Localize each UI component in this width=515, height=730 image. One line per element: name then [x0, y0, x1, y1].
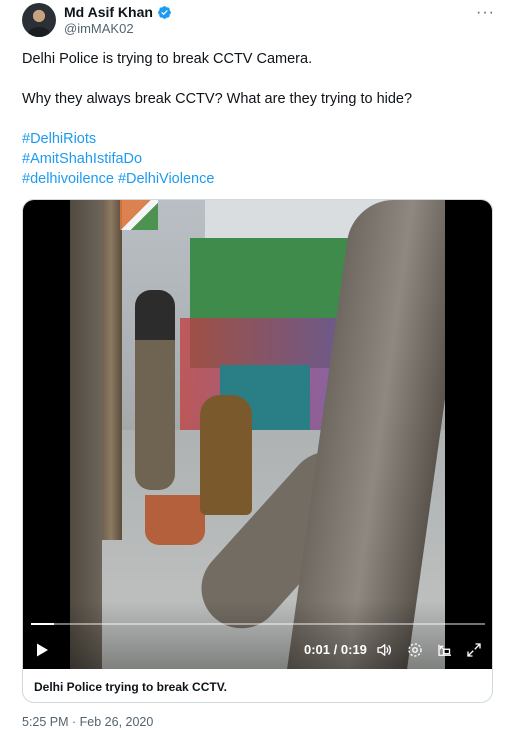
duration: 0:19 — [340, 642, 367, 657]
pip-icon[interactable] — [436, 641, 454, 659]
left-wall — [70, 200, 102, 669]
officer-climbing — [135, 290, 175, 490]
video-caption: Delhi Police trying to break CCTV. — [34, 680, 227, 694]
play-icon[interactable] — [34, 642, 50, 658]
planter-pot — [145, 495, 205, 545]
time-display: 0:01 / 0:19 — [304, 642, 367, 657]
settings-icon[interactable] — [406, 641, 424, 659]
video-card: 0:01 / 0:19 Delhi Police trying to break… — [22, 199, 493, 703]
hashtag-delhiviolence[interactable]: #DelhiViolence — [118, 171, 214, 187]
fullscreen-icon[interactable] — [465, 641, 483, 659]
current-time: 0:01 — [304, 642, 331, 657]
hashtag-delhivoilence[interactable]: #delhivoilence — [22, 171, 114, 187]
hashtag-row-3: #delhivoilence #DelhiViolence — [22, 170, 214, 188]
display-name[interactable]: Md Asif Khan — [64, 4, 153, 20]
tweet-text-line-2: Why they always break CCTV? What are the… — [22, 91, 413, 107]
video-frame — [70, 200, 445, 669]
tweet-timestamp[interactable]: 5:25 PM · Feb 26, 2020 — [22, 715, 153, 729]
officer-crouching — [200, 395, 252, 515]
flag — [120, 200, 158, 230]
time-separator: / — [333, 642, 341, 657]
tweet: Md Asif Khan @imMAK02 ··· Delhi Police i… — [0, 0, 515, 730]
more-icon[interactable]: ··· — [476, 4, 495, 22]
verified-icon — [158, 5, 171, 19]
pole — [100, 200, 122, 540]
hashtag-amitshahistifado[interactable]: #AmitShahIstifaDo — [22, 150, 142, 168]
avatar[interactable] — [22, 3, 56, 37]
tweet-text-line-1: Delhi Police is trying to break CCTV Cam… — [22, 51, 313, 67]
progress-bar[interactable] — [31, 623, 485, 625]
volume-icon[interactable] — [375, 641, 393, 659]
video-player[interactable]: 0:01 / 0:19 — [23, 200, 492, 669]
author-row: Md Asif Khan — [64, 4, 172, 20]
progress-fill — [31, 623, 54, 625]
hashtag-delhiriots[interactable]: #DelhiRiots — [22, 130, 96, 148]
handle[interactable]: @imMAK02 — [64, 21, 134, 36]
